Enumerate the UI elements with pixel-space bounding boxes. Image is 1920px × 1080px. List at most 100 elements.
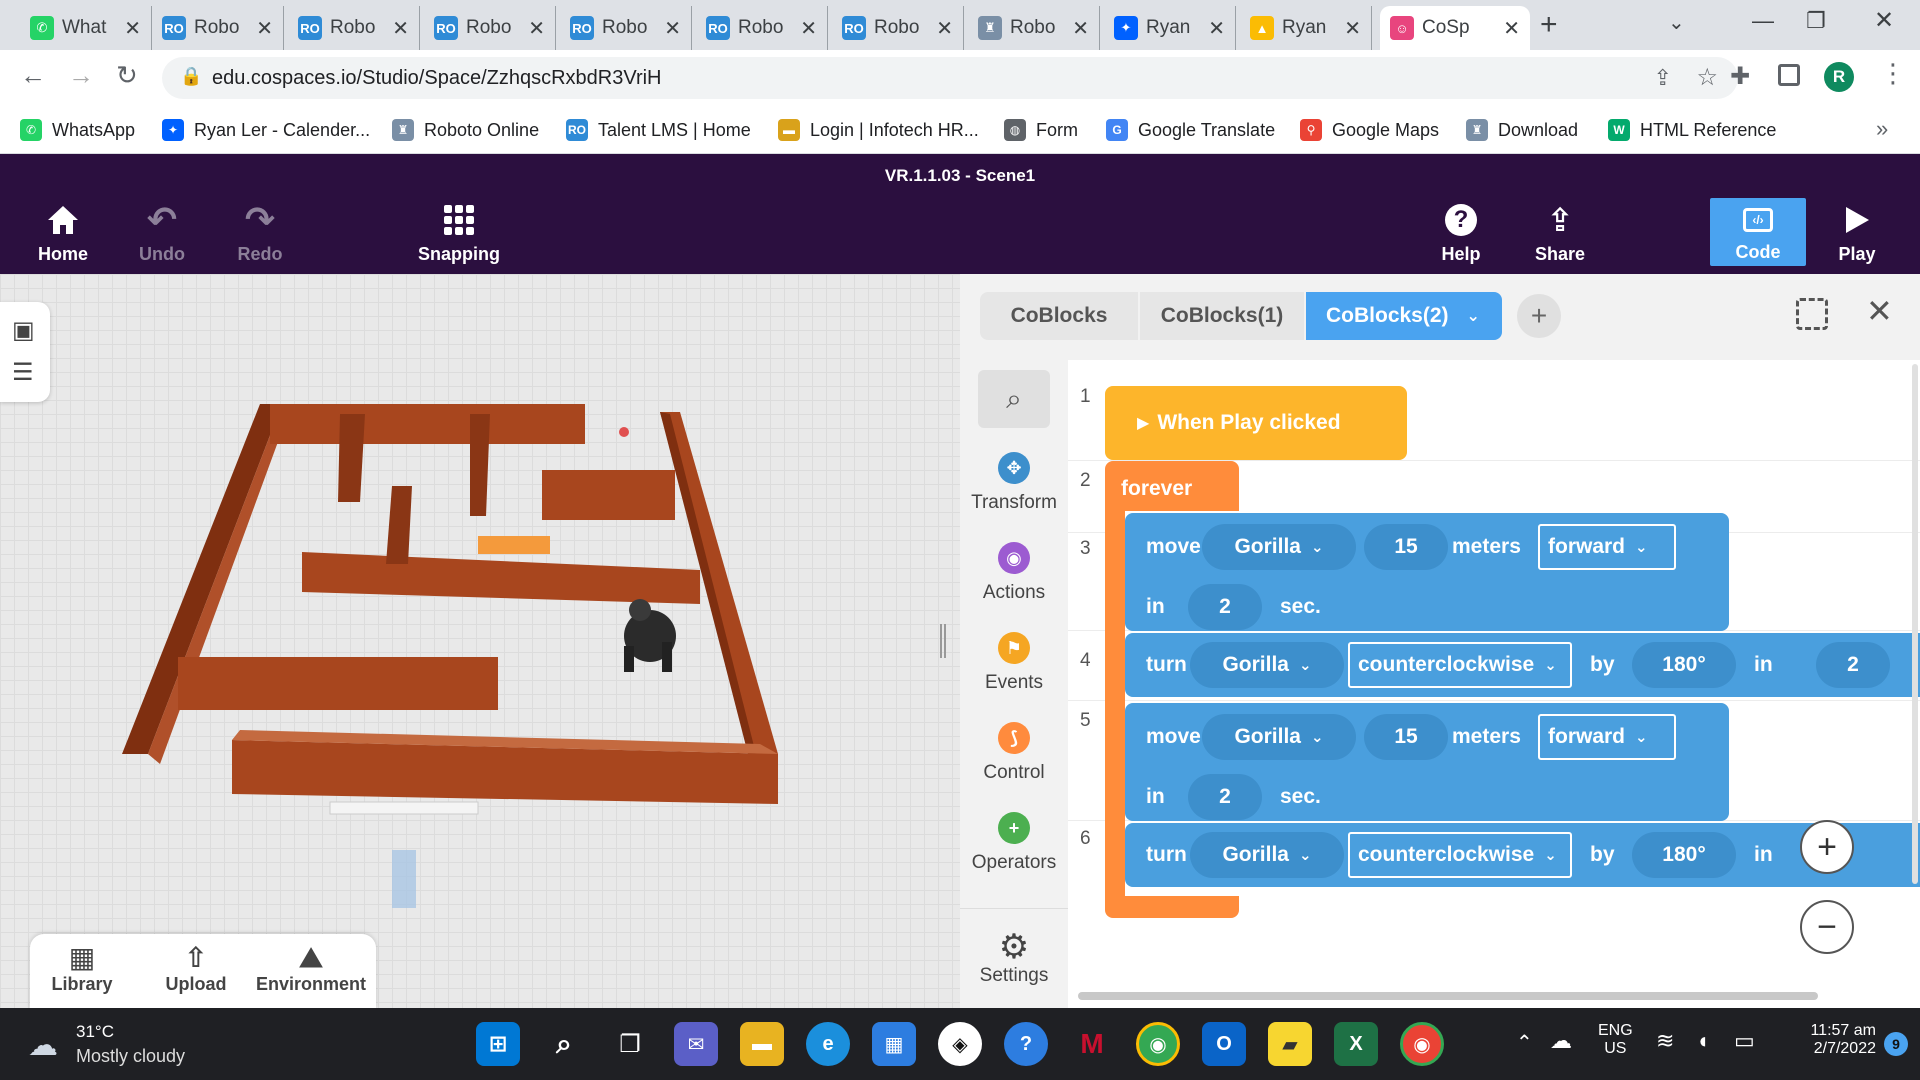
library-button[interactable]: ▦ Library bbox=[42, 942, 122, 995]
microsoft-store-icon[interactable]: ▦ bbox=[872, 1022, 916, 1066]
back-button[interactable]: ← bbox=[20, 60, 46, 91]
browser-tab[interactable]: RO Robo ✕ bbox=[832, 6, 964, 50]
bookmark-item[interactable]: ⚲ Google Maps bbox=[1300, 114, 1439, 146]
weather-temp[interactable]: 31°C bbox=[76, 1022, 114, 1042]
object-select[interactable]: Gorilla ⌄ bbox=[1202, 524, 1356, 570]
rotation-direction-select[interactable]: counterclockwise ⌄ bbox=[1348, 832, 1572, 878]
chrome-profile-icon[interactable]: ◉ bbox=[1400, 1022, 1444, 1066]
browser-tab[interactable]: ☺ CoSp ✕ bbox=[1380, 6, 1530, 50]
close-tab-icon[interactable]: ✕ bbox=[664, 16, 681, 41]
angle-input[interactable]: 180° bbox=[1632, 642, 1736, 688]
app-icon[interactable]: ◈ bbox=[938, 1022, 982, 1066]
redo-button[interactable]: ↷ Redo bbox=[215, 199, 305, 270]
bookmark-item[interactable]: RO Talent LMS | Home bbox=[566, 114, 751, 146]
sticky-notes-icon[interactable]: ▰ bbox=[1268, 1022, 1312, 1066]
gorilla-model[interactable] bbox=[624, 599, 676, 672]
tab-coblocks-1[interactable]: CoBlocks(1) bbox=[1140, 292, 1304, 340]
upload-button[interactable]: ⇧ Upload bbox=[156, 942, 236, 995]
browser-tab[interactable]: ✦ Ryan ✕ bbox=[1104, 6, 1236, 50]
more-bookmarks-icon[interactable]: » bbox=[1876, 116, 1888, 142]
share-button[interactable]: ⇪ Share bbox=[1515, 200, 1605, 270]
tab-search-chevron-icon[interactable]: ⌄ bbox=[1668, 10, 1685, 35]
palette-category-control[interactable]: ⟆ Control bbox=[960, 722, 1068, 784]
close-panel-icon[interactable]: ✕ bbox=[1866, 292, 1893, 330]
reload-button[interactable]: ↻ bbox=[116, 60, 138, 91]
distance-input[interactable]: 15 bbox=[1364, 714, 1448, 760]
close-tab-icon[interactable]: ✕ bbox=[124, 16, 141, 41]
share-page-icon[interactable]: ⇪ bbox=[1654, 65, 1672, 91]
weather-desc[interactable]: Mostly cloudy bbox=[76, 1046, 185, 1067]
excel-icon[interactable]: X bbox=[1334, 1022, 1378, 1066]
panel-resize-handle[interactable] bbox=[940, 624, 946, 658]
time-input[interactable]: 2 bbox=[1188, 584, 1262, 630]
code-button[interactable]: ‹/› Code bbox=[1710, 198, 1806, 266]
scene-viewport[interactable]: ▣ ☰ ▦ Library ⇧ Upload ⛰ Environment bbox=[0, 274, 960, 1008]
settings-button[interactable]: ⚙ Settings bbox=[960, 908, 1068, 1008]
edge-browser-icon[interactable]: e bbox=[806, 1022, 850, 1066]
start-menu-icon[interactable]: ⊞ bbox=[476, 1022, 520, 1066]
browser-tab[interactable]: ♜ Robo ✕ bbox=[968, 6, 1100, 50]
snapping-button[interactable]: Snapping bbox=[414, 200, 504, 270]
forever-block[interactable]: forever bbox=[1105, 461, 1239, 511]
search-icon[interactable]: ⌕ bbox=[978, 370, 1050, 428]
script-workspace[interactable]: 123456 forever ▶ When Play clicked move … bbox=[1068, 360, 1920, 1008]
close-tab-icon[interactable]: ✕ bbox=[1344, 16, 1361, 41]
environment-button[interactable]: ⛰ Environment bbox=[252, 942, 370, 995]
close-tab-icon[interactable]: ✕ bbox=[936, 16, 953, 41]
show-hidden-icons-chevron[interactable]: ⌃ bbox=[1516, 1030, 1533, 1055]
horizontal-scrollbar[interactable] bbox=[1078, 992, 1818, 1000]
volume-icon[interactable]: ◖ bbox=[1696, 1028, 1709, 1054]
help-button[interactable]: ? Help bbox=[1416, 200, 1506, 270]
input-language[interactable]: ENG US bbox=[1598, 1022, 1633, 1058]
bookmark-item[interactable]: ♜ Download bbox=[1466, 114, 1578, 146]
time-input[interactable]: 2 bbox=[1816, 642, 1890, 688]
close-tab-icon[interactable]: ✕ bbox=[256, 16, 273, 41]
palette-category-events[interactable]: ⚑ Events bbox=[960, 632, 1068, 694]
profile-avatar[interactable]: R bbox=[1824, 62, 1854, 92]
notification-badge[interactable]: 9 bbox=[1884, 1032, 1908, 1056]
palette-category-operators[interactable]: + Operators bbox=[960, 812, 1068, 874]
task-view-icon[interactable]: ❐ bbox=[608, 1022, 652, 1066]
wifi-icon[interactable]: ≋ bbox=[1656, 1028, 1674, 1054]
undo-button[interactable]: ↶ Undo bbox=[117, 199, 207, 270]
close-tab-icon[interactable]: ✕ bbox=[392, 16, 409, 41]
tab-coblocks[interactable]: CoBlocks bbox=[980, 292, 1138, 340]
zoom-out-button[interactable]: − bbox=[1800, 900, 1854, 954]
mcafee-icon[interactable]: M bbox=[1070, 1022, 1114, 1066]
palette-category-actions[interactable]: ◉ Actions bbox=[960, 542, 1068, 604]
browser-tab[interactable]: RO Robo ✕ bbox=[152, 6, 284, 50]
search-taskbar-icon[interactable]: ⌕ bbox=[542, 1022, 586, 1066]
zoom-in-button[interactable]: + bbox=[1800, 820, 1854, 874]
object-select[interactable]: Gorilla ⌄ bbox=[1190, 642, 1344, 688]
browser-tab[interactable]: RO Robo ✕ bbox=[560, 6, 692, 50]
close-tab-icon[interactable]: ✕ bbox=[1503, 16, 1520, 41]
side-panel-icon[interactable] bbox=[1778, 64, 1800, 86]
tab-coblocks-2[interactable]: CoBlocks(2) ⌄ bbox=[1306, 292, 1502, 340]
new-tab-button[interactable]: + bbox=[1540, 8, 1558, 42]
bookmark-item[interactable]: ▬ Login | Infotech HR... bbox=[778, 114, 979, 146]
rotation-direction-select[interactable]: counterclockwise ⌄ bbox=[1348, 642, 1572, 688]
bookmark-item[interactable]: W HTML Reference bbox=[1608, 114, 1776, 146]
close-tab-icon[interactable]: ✕ bbox=[800, 16, 817, 41]
close-window-button[interactable]: ✕ bbox=[1874, 6, 1894, 35]
direction-select[interactable]: forward ⌄ bbox=[1538, 524, 1676, 570]
extensions-icon[interactable]: ✚ bbox=[1730, 62, 1750, 91]
minimize-button[interactable]: — bbox=[1752, 8, 1774, 34]
bookmark-item[interactable]: ♜ Roboto Online bbox=[392, 114, 539, 146]
scene-object[interactable] bbox=[619, 427, 629, 437]
teams-chat-icon[interactable]: ✉ bbox=[674, 1022, 718, 1066]
figure-object[interactable] bbox=[392, 850, 416, 908]
clock[interactable]: 11:57 am 2/7/2022 bbox=[1784, 1022, 1876, 1058]
object-select[interactable]: Gorilla ⌄ bbox=[1190, 832, 1344, 878]
browser-menu-icon[interactable]: ⋮ bbox=[1880, 58, 1906, 89]
battery-icon[interactable]: ▭ bbox=[1734, 1028, 1755, 1054]
browser-tab[interactable]: ✆ What ✕ bbox=[20, 6, 152, 50]
angle-input[interactable]: 180° bbox=[1632, 832, 1736, 878]
browser-tab[interactable]: RO Robo ✕ bbox=[696, 6, 828, 50]
help-tips-icon[interactable]: ? bbox=[1004, 1022, 1048, 1066]
bookmark-item[interactable]: ◍ Form bbox=[1004, 114, 1078, 146]
browser-tab[interactable]: RO Robo ✕ bbox=[424, 6, 556, 50]
file-explorer-icon[interactable]: ▬ bbox=[740, 1022, 784, 1066]
close-tab-icon[interactable]: ✕ bbox=[528, 16, 545, 41]
object-select[interactable]: Gorilla ⌄ bbox=[1202, 714, 1356, 760]
